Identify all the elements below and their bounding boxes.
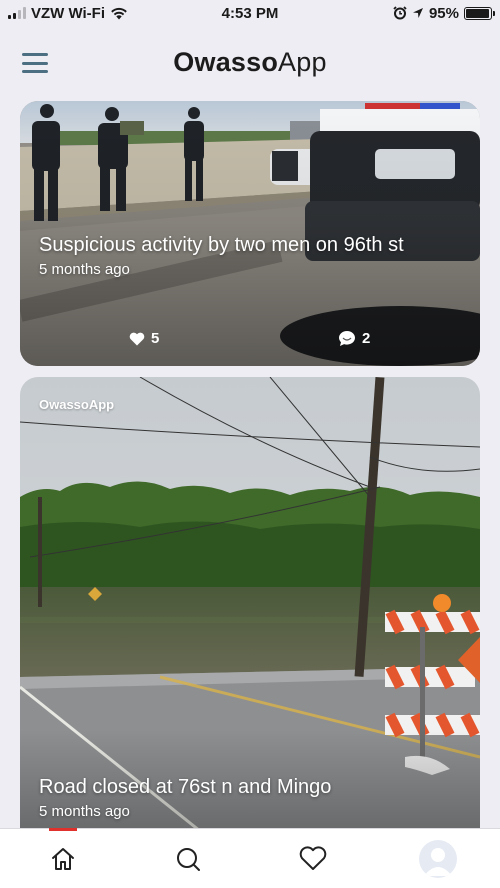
carrier-label: VZW Wi-Fi xyxy=(31,4,106,22)
alarm-icon xyxy=(393,6,407,20)
comment-button[interactable]: 2 xyxy=(338,330,370,347)
card-title: Road closed at 76st n and Mingo xyxy=(39,776,332,798)
heart-icon xyxy=(299,846,326,870)
card-text: Suspicious activity by two men on 96th s… xyxy=(39,232,461,278)
battery-fill xyxy=(466,8,489,18)
card-brand-watermark: OwassoApp xyxy=(39,397,115,412)
card-photo-flooded-road xyxy=(20,377,480,828)
app-header: OwassoApp xyxy=(0,26,500,98)
home-icon xyxy=(51,847,74,870)
tab-search[interactable] xyxy=(158,834,218,884)
feed-card[interactable]: OwassoApp Road closed at 76st n and Ming… xyxy=(20,377,480,828)
feed-card[interactable]: Suspicious activity by two men on 96th s… xyxy=(20,101,480,366)
app-title-bold: Owasso xyxy=(173,46,279,77)
signal-icon xyxy=(8,7,26,19)
like-button[interactable]: 5 xyxy=(129,330,159,347)
news-feed[interactable]: Suspicious activity by two men on 96th s… xyxy=(20,100,480,828)
battery-percent: 95% xyxy=(428,4,459,22)
tab-profile[interactable] xyxy=(408,834,468,884)
card-text: Road closed at 76st n and Mingo 5 months… xyxy=(39,774,461,820)
comment-count: 2 xyxy=(362,330,371,347)
status-left: VZW Wi-Fi xyxy=(8,5,128,22)
hamburger-menu-icon[interactable] xyxy=(22,53,48,73)
card-timestamp: 5 months ago xyxy=(39,261,130,278)
card-title: Suspicious activity by two men on 96th s… xyxy=(39,234,404,256)
active-tab-indicator xyxy=(49,828,77,831)
comment-bubble-icon xyxy=(339,331,355,346)
tab-favorites[interactable] xyxy=(283,834,343,884)
status-right: 95% xyxy=(393,4,495,22)
card-timestamp: 5 months ago xyxy=(39,803,130,820)
status-bar: VZW Wi-Fi 4:53 PM 95% xyxy=(0,0,500,26)
app-title: OwassoApp xyxy=(173,47,326,78)
profile-avatar xyxy=(418,839,457,878)
heart-filled-icon xyxy=(129,332,145,345)
app-title-light: App xyxy=(278,46,327,77)
battery-icon xyxy=(464,6,495,20)
wifi-icon xyxy=(111,7,127,19)
search-icon xyxy=(176,847,200,871)
tab-home[interactable] xyxy=(33,834,93,884)
location-arrow-icon xyxy=(412,8,423,18)
like-count: 5 xyxy=(151,330,160,347)
user-silhouette-icon xyxy=(423,847,452,876)
bottom-tab-bar xyxy=(0,828,500,888)
